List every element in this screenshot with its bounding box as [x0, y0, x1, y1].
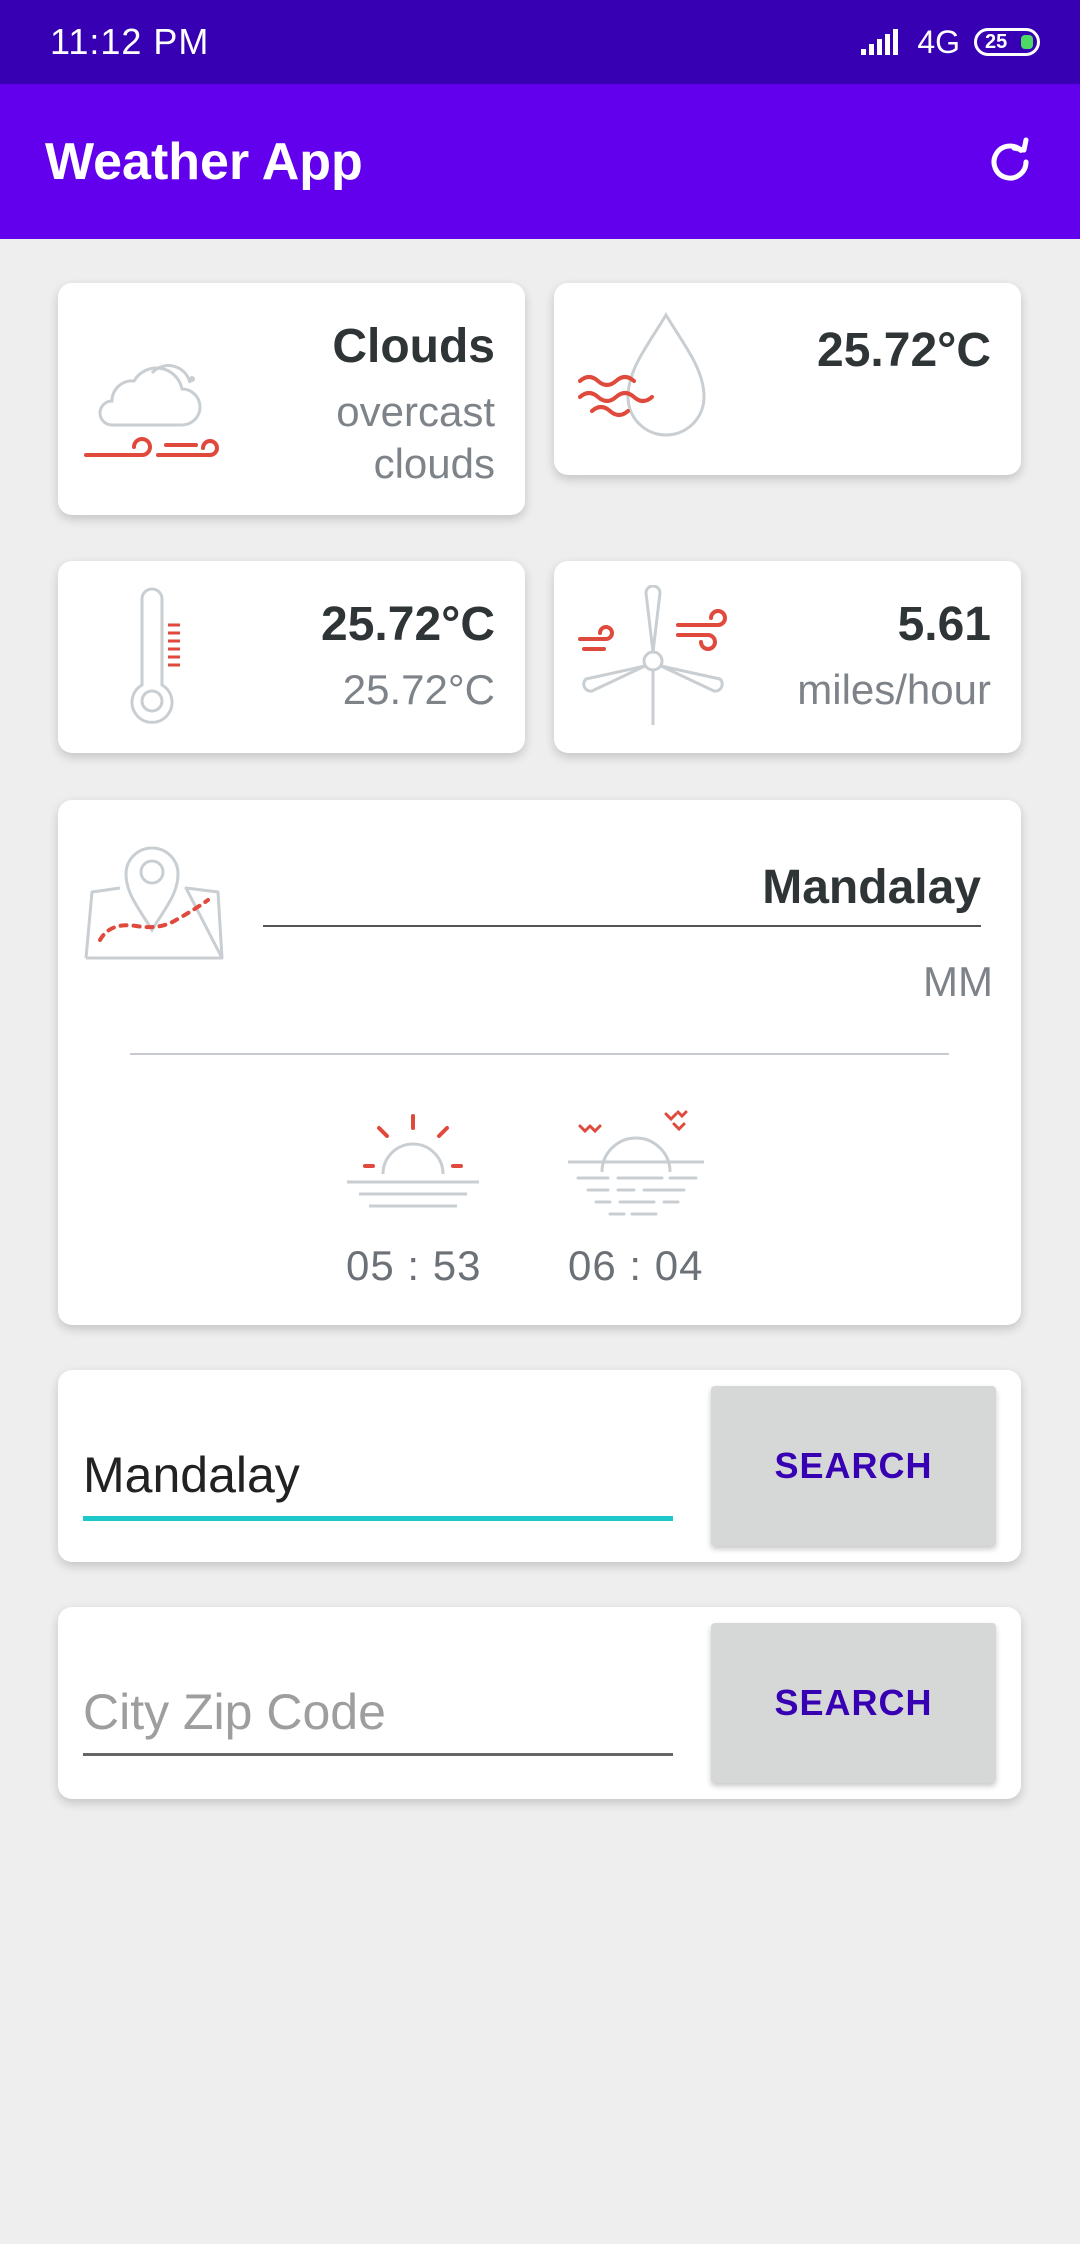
map-location-icon: [84, 846, 224, 960]
location-divider: [130, 1053, 949, 1055]
humidity-value: 25.72°C: [817, 324, 991, 377]
humidity-card: 25.72°C: [554, 283, 1021, 475]
location-card: Mandalay MM 05 : 53 06 : 04: [58, 800, 1021, 1325]
refresh-icon: [991, 137, 1029, 180]
condition-description-line1: overcast: [336, 388, 495, 435]
app-title: Weather App: [45, 132, 363, 191]
condition-description-line2: clouds: [373, 440, 495, 487]
battery-level: 25: [985, 30, 1008, 53]
city-name: Mandalay: [762, 861, 981, 914]
wind-turbine-icon: [578, 585, 727, 725]
app-bar: Weather App: [0, 84, 1080, 239]
sunrise-icon: [347, 1114, 479, 1208]
sunrise-time: 05 : 53: [346, 1242, 482, 1289]
network-type: 4G: [917, 23, 960, 60]
zip-search-card: SEARCH: [58, 1607, 1021, 1799]
city-search-field: [83, 1446, 673, 1521]
status-icons: 4G 25: [861, 24, 1040, 61]
temperature-value: 25.72°C: [321, 598, 495, 651]
sunset-icon: [568, 1110, 704, 1216]
temperature-secondary: 25.72°C: [342, 666, 495, 713]
thermometer-icon: [130, 587, 180, 724]
city-search-card: SEARCH: [58, 1370, 1021, 1562]
zip-search-underline: [83, 1753, 673, 1756]
refresh-button[interactable]: [980, 132, 1040, 192]
city-search-button[interactable]: SEARCH: [711, 1386, 996, 1546]
humidity-drop-icon: [578, 312, 706, 437]
city-search-underline: [83, 1516, 673, 1521]
country-code: MM: [923, 958, 993, 1005]
status-time: 11:12 PM: [50, 21, 210, 62]
wind-speed: 5.61: [897, 598, 991, 651]
wind-card: 5.61 miles/hour: [554, 561, 1021, 753]
zip-search-field: [83, 1683, 673, 1756]
city-underline: [263, 925, 981, 927]
status-bar: 11:12 PM 4G 25: [0, 0, 1080, 84]
condition-card: Clouds overcast clouds: [58, 283, 525, 515]
condition-main: Clouds: [332, 320, 495, 373]
signal-icon: [861, 29, 899, 55]
cloud-wind-icon: [84, 364, 219, 457]
wind-unit: miles/hour: [797, 666, 991, 713]
temperature-card: 25.72°C 25.72°C: [58, 561, 525, 753]
sunset-time: 06 : 04: [568, 1242, 704, 1289]
city-search-input[interactable]: [83, 1446, 673, 1516]
zip-search-input[interactable]: [83, 1683, 673, 1753]
zip-search-button[interactable]: SEARCH: [711, 1623, 996, 1783]
battery-icon: 25: [974, 28, 1040, 56]
